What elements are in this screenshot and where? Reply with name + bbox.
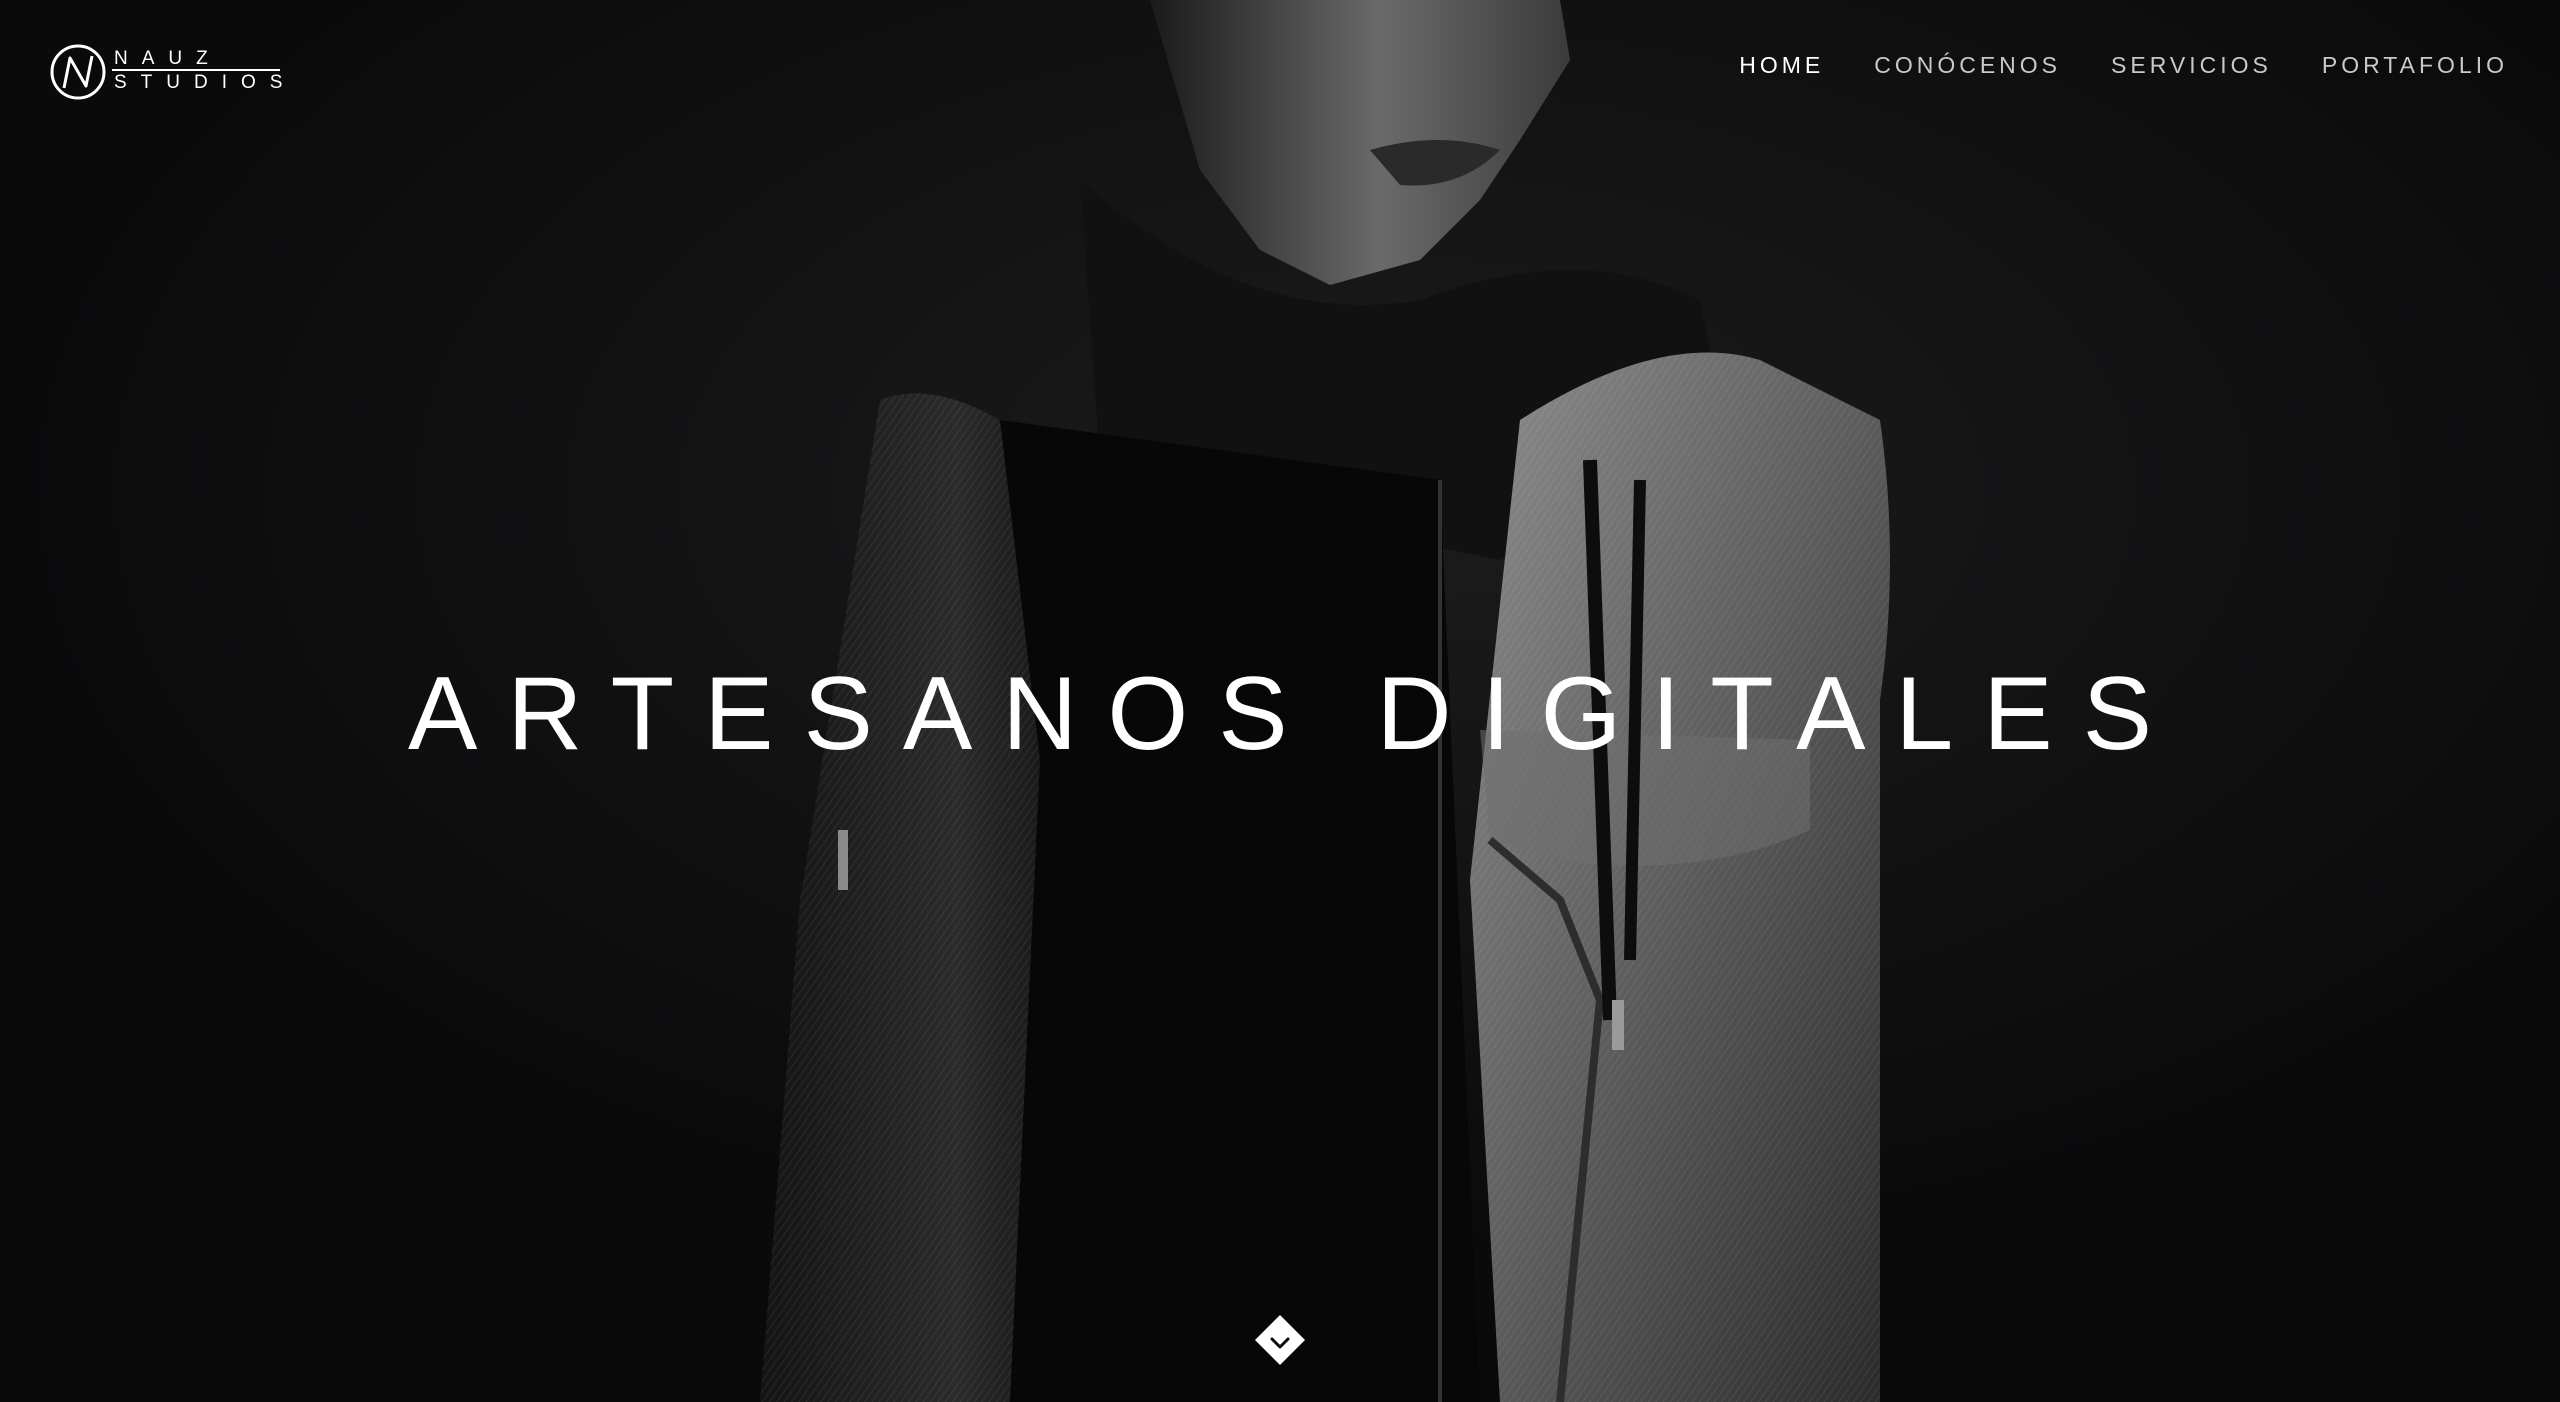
brand-logo[interactable]: NAUZ STUDIOS — [50, 44, 300, 104]
brand-line2: STUDIOS — [114, 72, 297, 93]
nav-item-conocenos[interactable]: CONÓCENOS — [1874, 52, 2061, 79]
scroll-down-button[interactable] — [1253, 1313, 1307, 1367]
nav-item-home[interactable]: HOME — [1739, 52, 1824, 79]
main-nav: HOME CONÓCENOS SERVICIOS PORTAFOLIO — [1739, 52, 2508, 79]
hero-section: NAUZ STUDIOS HOME CONÓCENOS SERVICIOS PO… — [0, 0, 2560, 1402]
hero-headline: ARTESANOS DIGITALES — [407, 655, 2183, 772]
chevron-down-diamond-icon — [1255, 1315, 1305, 1365]
brand-line1: NAUZ — [114, 48, 222, 69]
nav-item-servicios[interactable]: SERVICIOS — [2111, 52, 2272, 79]
nav-item-portafolio[interactable]: PORTAFOLIO — [2322, 52, 2508, 79]
